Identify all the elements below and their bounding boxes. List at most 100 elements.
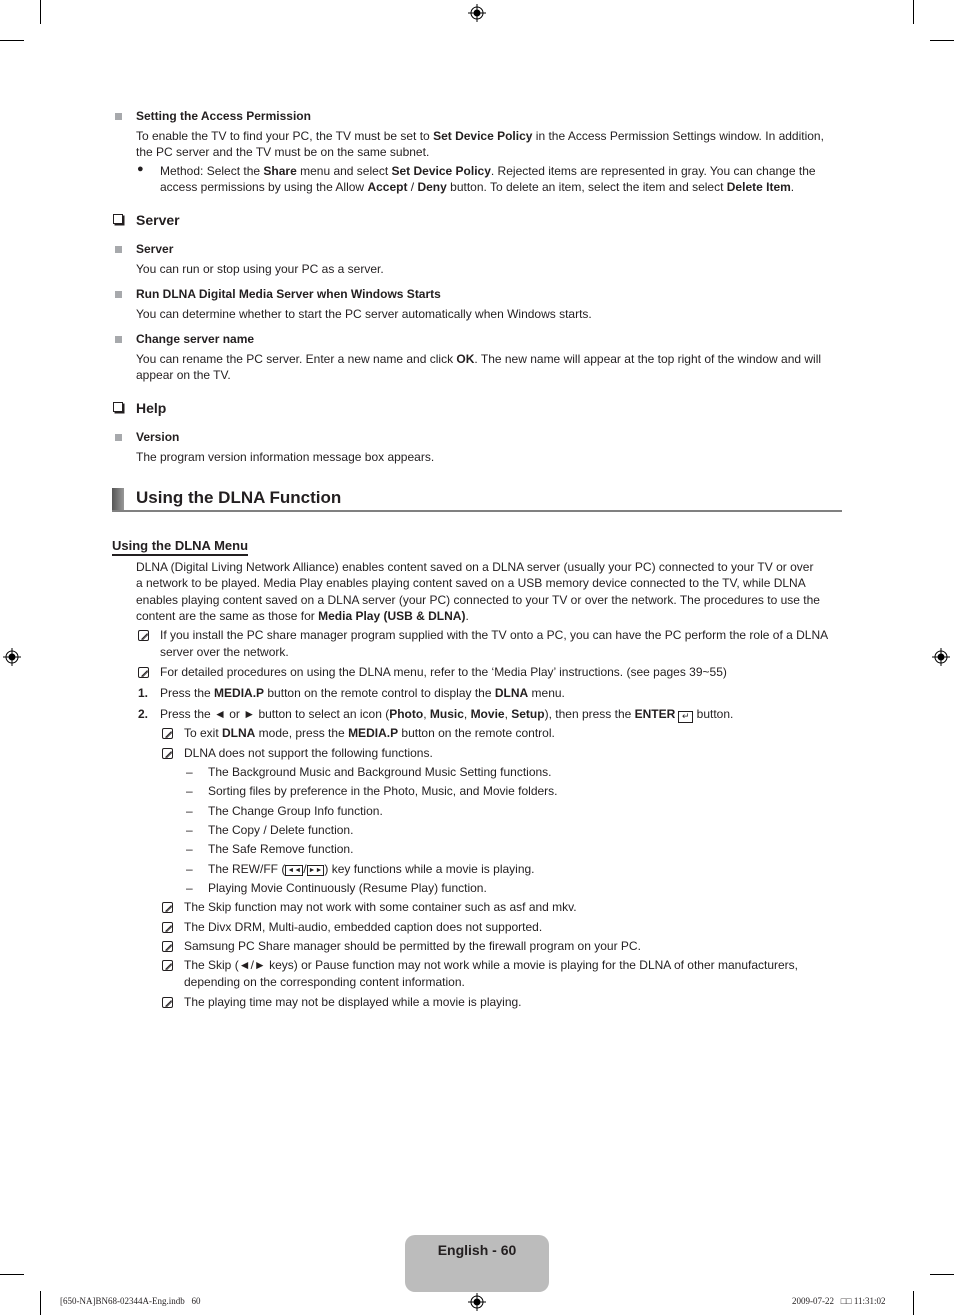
text: . Rejected items are represented in gray… bbox=[490, 164, 816, 178]
crop-mark bbox=[40, 0, 41, 24]
help-section-title: Help bbox=[136, 400, 167, 416]
file-info: [650-NA]BN68-02344A-Eng.indb 60 bbox=[60, 1296, 201, 1306]
note-icon bbox=[138, 667, 149, 678]
step-text: Press the ◄ or ► button to select an ico… bbox=[160, 706, 733, 723]
note-icon bbox=[162, 902, 173, 913]
text-bold: OK bbox=[456, 352, 475, 366]
dash-bullet: – bbox=[186, 784, 193, 798]
text: The REW/FF ( bbox=[208, 862, 286, 876]
text: Method: Select the bbox=[160, 164, 264, 178]
note-icon bbox=[162, 922, 173, 933]
text-bold: Accept bbox=[367, 180, 408, 194]
text: , bbox=[463, 707, 471, 721]
text-bold: Set Device Policy bbox=[391, 164, 491, 178]
dash-bullet: – bbox=[186, 804, 193, 818]
access-permission-title: Setting the Access Permission bbox=[136, 109, 311, 123]
text-bold: Deny bbox=[417, 180, 447, 194]
note-text: The Skip (◄/► keys) or Pause function ma… bbox=[184, 958, 799, 972]
subsection-heading: Using the DLNA Menu bbox=[112, 538, 249, 556]
text-bold: Set Device Policy bbox=[433, 129, 533, 143]
intro-text: a network to be played. Media Play enabl… bbox=[136, 576, 806, 590]
text-bold: Media Play (USB & DLNA) bbox=[318, 609, 466, 623]
text: ) key functions while a movie is playing… bbox=[324, 862, 535, 876]
text: access permissions by using the Allow bbox=[160, 180, 368, 194]
dash-bullet: – bbox=[186, 862, 193, 876]
text-bold: Delete Item bbox=[726, 180, 791, 194]
server-item-text: appear on the TV. bbox=[136, 368, 231, 382]
list-item: The Safe Remove function. bbox=[208, 842, 354, 856]
note-text: server over the network. bbox=[160, 645, 289, 659]
crop-mark bbox=[0, 40, 24, 41]
text-bold: MEDIA.P bbox=[214, 686, 265, 700]
server-item-text: You can rename the PC server. Enter a ne… bbox=[136, 351, 821, 368]
list-item: Sorting files by preference in the Photo… bbox=[208, 784, 558, 798]
text: mode, press the bbox=[255, 726, 349, 740]
registration-mark-icon bbox=[468, 4, 486, 22]
text: button. To delete an item, select the it… bbox=[446, 180, 727, 194]
help-item-title: Version bbox=[136, 430, 180, 444]
dash-bullet: – bbox=[186, 765, 193, 779]
text: content are the same as those for bbox=[136, 609, 319, 623]
text: button. bbox=[693, 707, 734, 721]
timestamp: 2009-07-22 □□ 11:31:02 bbox=[792, 1296, 886, 1306]
square-bullet-icon bbox=[115, 336, 122, 343]
rewind-key-icon: ◄◄ bbox=[285, 865, 304, 876]
text: To exit bbox=[184, 726, 223, 740]
heading-rule bbox=[112, 510, 842, 512]
dash-bullet: – bbox=[186, 842, 193, 856]
crop-mark bbox=[40, 1291, 41, 1315]
fast-forward-key-icon: ►► bbox=[306, 865, 325, 876]
server-item-text: You can run or stop using your PC as a s… bbox=[136, 262, 384, 276]
list-item: The Copy / Delete function. bbox=[208, 823, 354, 837]
access-permission-text-1: To enable the TV to find your PC, the TV… bbox=[136, 128, 824, 145]
note-icon bbox=[162, 960, 173, 971]
dash-bullet: – bbox=[186, 823, 193, 837]
heading-bar-icon bbox=[112, 488, 124, 512]
text-bold: ENTER bbox=[634, 707, 676, 721]
text: . bbox=[790, 180, 795, 194]
text-bold: Share bbox=[263, 164, 297, 178]
server-item-title: Change server name bbox=[136, 332, 255, 346]
server-item-title: Run DLNA Digital Media Server when Windo… bbox=[136, 287, 441, 301]
registration-mark-icon bbox=[3, 648, 21, 666]
step-text: Press the MEDIA.P button on the remote c… bbox=[160, 685, 565, 702]
round-bullet-icon: ● bbox=[137, 163, 144, 175]
note-icon bbox=[162, 728, 173, 739]
server-section-title: Server bbox=[136, 212, 180, 228]
checkbox-bullet-icon bbox=[113, 402, 123, 412]
registration-mark-icon bbox=[932, 648, 950, 666]
text: You can rename the PC server. Enter a ne… bbox=[136, 352, 457, 366]
intro-text: enables playing content saved on a DLNA … bbox=[136, 593, 820, 607]
note-text: Samsung PC Share manager should be permi… bbox=[184, 939, 641, 953]
text-bold: Music bbox=[429, 707, 464, 721]
crop-mark bbox=[930, 1274, 954, 1275]
note-text: The Divx DRM, Multi-audio, embedded capt… bbox=[184, 920, 543, 934]
crop-mark bbox=[913, 0, 914, 24]
step-number: 1. bbox=[138, 686, 149, 700]
text: / bbox=[407, 180, 418, 194]
text-bold: DLNA bbox=[222, 726, 256, 740]
method-text-2: access permissions by using the Allow Ac… bbox=[160, 179, 794, 196]
text: button on the remote control to display … bbox=[264, 686, 495, 700]
text: . The new name will appear at the top ri… bbox=[474, 352, 822, 366]
note-text: depending on the corresponding content i… bbox=[184, 975, 465, 989]
intro-text: DLNA (Digital Living Network Alliance) e… bbox=[136, 560, 814, 574]
enter-key-icon: ↵ bbox=[678, 711, 694, 723]
text: in the Access Permission Settings window… bbox=[532, 129, 824, 143]
text: . bbox=[465, 609, 469, 623]
method-text-1: Method: Select the Share menu and select… bbox=[160, 163, 816, 180]
note-icon bbox=[162, 748, 173, 759]
note-text: For detailed procedures on using the DLN… bbox=[160, 665, 727, 679]
checkbox-bullet-icon bbox=[113, 214, 123, 224]
square-bullet-icon bbox=[115, 291, 122, 298]
text-bold: Photo bbox=[389, 707, 424, 721]
note-text: To exit DLNA mode, press the MEDIA.P but… bbox=[184, 725, 555, 742]
crop-mark bbox=[0, 1274, 24, 1275]
step-number: 2. bbox=[138, 707, 149, 721]
note-text: The playing time may not be displayed wh… bbox=[184, 995, 522, 1009]
help-item-text: The program version information message … bbox=[136, 450, 435, 464]
list-item: Playing Movie Continuously (Resume Play)… bbox=[208, 881, 487, 895]
text: button on the remote control. bbox=[398, 726, 555, 740]
crop-mark bbox=[913, 1291, 914, 1315]
crop-mark bbox=[930, 40, 954, 41]
